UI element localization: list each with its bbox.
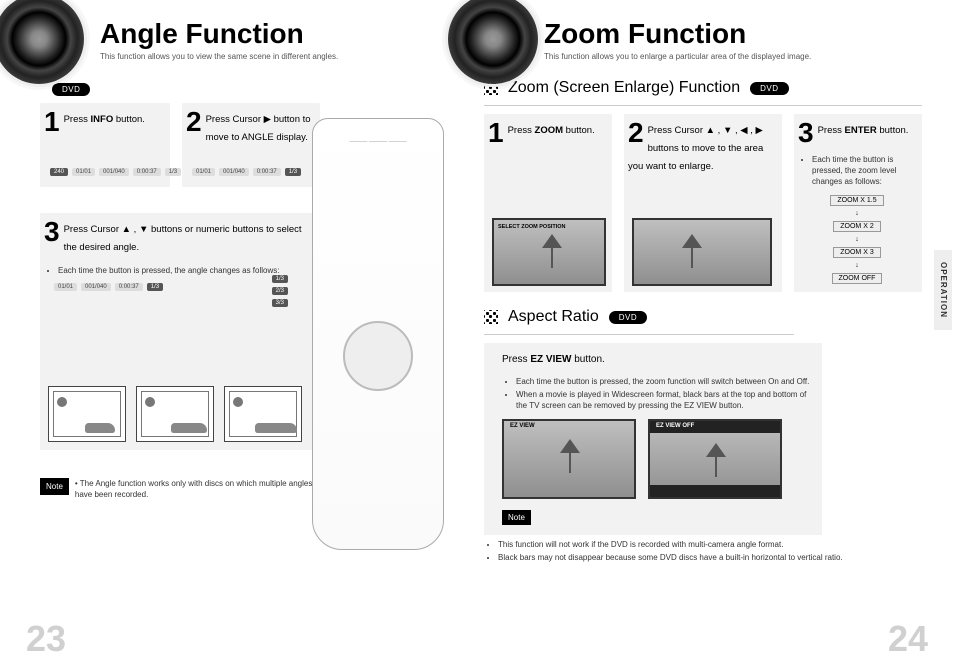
left-subtitle: This function allows you to view the sam… [100, 52, 430, 61]
step-text: Press Cursor ▲ , ▼ , ◀ , ▶ buttons to mo… [628, 125, 763, 172]
zoom-explain: Each time the button is pressed, the zoo… [812, 154, 916, 187]
dpad-icon [343, 321, 413, 391]
page-left: Angle Function This function allows you … [0, 0, 454, 666]
tv-preview [632, 218, 772, 286]
angle-indicator: 1/3 [272, 275, 288, 283]
zoom-level-chain: ZOOM X 1.5 ↓ ZOOM X 2 ↓ ZOOM X 3 ↓ ZOOM … [798, 195, 916, 284]
dvd-badge: DVD [750, 82, 788, 95]
angle-thumbnail [48, 386, 126, 442]
dvd-badge: DVD [52, 83, 90, 96]
note-bullet: Black bars may not disappear because som… [498, 552, 894, 563]
page-number: 23 [26, 618, 66, 660]
step-text: Press ENTER button. [818, 125, 909, 136]
section-tab: OPERATION [934, 250, 952, 330]
speaker-graphic [448, 0, 538, 84]
zoom-step-2: 2 Press Cursor ▲ , ▼ , ◀ , ▶ buttons to … [624, 114, 782, 292]
step-text: Press INFO button. [64, 114, 145, 125]
note-text: • The Angle function works only with dis… [75, 478, 320, 500]
step-text: Press Cursor ▶ button to move to ANGLE d… [206, 114, 311, 143]
zoom-section-header: Zoom (Screen Enlarge) Function DVD [484, 79, 922, 97]
step-number: 2 [186, 109, 202, 135]
remote-control-illustration: ——— ——— ——— [312, 118, 444, 550]
ezview-on-preview: EZ VIEW [502, 419, 636, 499]
aspect-section-header: Aspect Ratio DVD [484, 308, 922, 326]
ezview-panel: Press EZ VIEW button. Each time the butt… [484, 343, 822, 535]
note-bullet: This function will not work if the DVD i… [498, 539, 894, 550]
umbrella-icon [560, 439, 580, 453]
ezview-label: EZ VIEW [510, 423, 535, 429]
speaker-graphic [0, 0, 84, 84]
osd-info-strip: 240 01/01 001/040 0:00:37 1/3 [50, 165, 160, 179]
right-subtitle: This function allows you to enlarge a pa… [544, 52, 922, 61]
arrow-down-icon: ↓ [855, 236, 859, 243]
ezview-label: EZ VIEW OFF [656, 423, 694, 429]
arrow-down-icon: ↓ [855, 210, 859, 217]
zoom-step-1: 1 Press ZOOM button. SELECT ZOOM POSITIO… [484, 114, 612, 292]
ez-bullet: When a movie is played in Widescreen for… [516, 389, 812, 411]
ezview-off-preview: EZ VIEW OFF [648, 419, 782, 499]
step-text: Press ZOOM button. [508, 125, 595, 136]
angle-thumbnail [224, 386, 302, 442]
angle-step-1: 1 Press INFO button. 240 01/01 001/040 0… [40, 103, 170, 187]
step-number: 1 [44, 109, 60, 135]
ezview-notes: This function will not work if the DVD i… [484, 539, 894, 563]
zoom-level: ZOOM X 1.5 [830, 195, 883, 206]
zoom-level: ZOOM OFF [832, 273, 883, 284]
zoom-step-3: 3 Press ENTER button. Each time the butt… [794, 114, 922, 292]
umbrella-icon [706, 443, 726, 457]
step-number: 3 [798, 120, 814, 146]
divider [484, 105, 922, 106]
angle-thumbnail [136, 386, 214, 442]
step-text: Press Cursor ▲ , ▼ buttons or numeric bu… [64, 224, 302, 253]
dots-icon [484, 310, 498, 324]
angle-indicator: 2/3 [272, 287, 288, 295]
step-number: 2 [628, 120, 644, 146]
tv-preview: SELECT ZOOM POSITION [492, 218, 606, 286]
step-number: 1 [488, 120, 504, 146]
umbrella-icon [542, 234, 562, 248]
note-label: Note [502, 510, 531, 525]
page-number: 24 [888, 618, 928, 660]
angle-indicator: 3/3 [272, 299, 288, 307]
umbrella-icon [682, 234, 702, 248]
right-title: Zoom Function [544, 18, 922, 50]
dvd-badge: DVD [609, 311, 647, 324]
osd-info-strip: 01/01 001/040 0:00:37 1/3 [192, 165, 310, 179]
left-title: Angle Function [100, 18, 430, 50]
step-number: 3 [44, 219, 60, 245]
angle-step-3: 3 Press Cursor ▲ , ▼ buttons or numeric … [40, 213, 318, 450]
note-label: Note [40, 478, 69, 495]
ez-bullet: Each time the button is pressed, the zoo… [516, 376, 812, 387]
angle-step-2: 2 Press Cursor ▶ button to move to ANGLE… [182, 103, 320, 187]
arrow-down-icon: ↓ [855, 262, 859, 269]
zoom-section-title: Zoom (Screen Enlarge) Function [508, 79, 740, 97]
aspect-section-title: Aspect Ratio [508, 308, 599, 326]
zoom-level: ZOOM X 2 [833, 221, 880, 232]
page-right: Zoom Function This function allows you t… [454, 0, 954, 666]
zoom-caption: SELECT ZOOM POSITION [498, 224, 566, 230]
divider [484, 334, 794, 335]
zoom-level: ZOOM X 3 [833, 247, 880, 258]
angle-note: Note • The Angle function works only wit… [40, 478, 320, 500]
ezview-instruction: Press EZ VIEW button. [502, 353, 812, 366]
